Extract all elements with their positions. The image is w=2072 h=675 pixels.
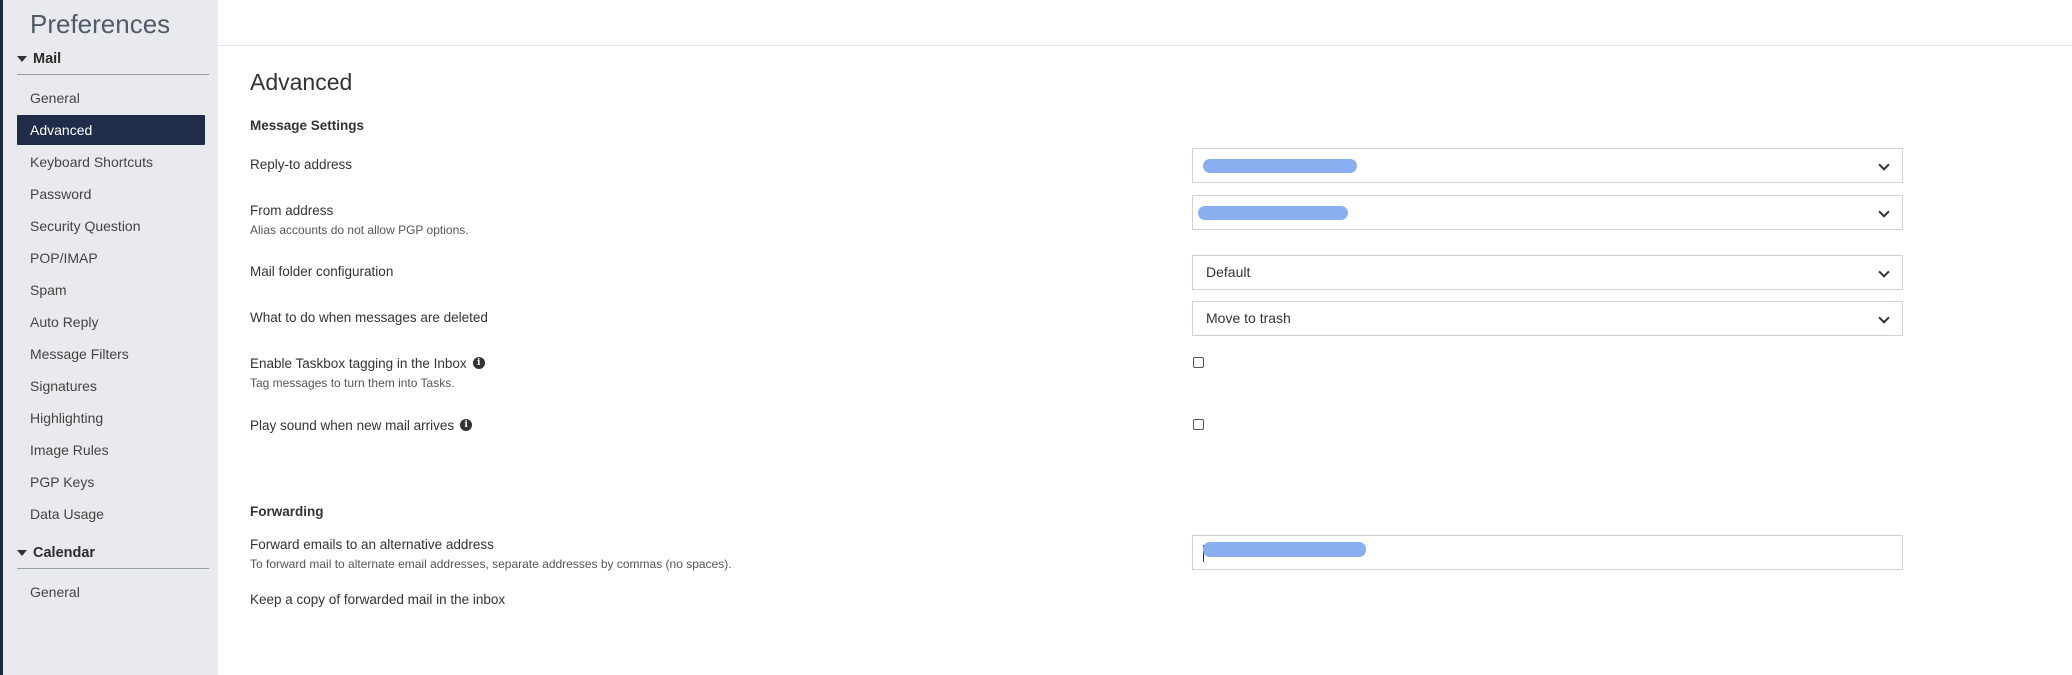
sidebar-item-auto-reply[interactable]: Auto Reply <box>17 307 205 337</box>
sidebar-item-calendar-general[interactable]: General <box>17 577 205 607</box>
folder-config-label: Mail folder configuration <box>250 264 394 279</box>
keep-copy-label: Keep a copy of forwarded mail in the inb… <box>250 592 506 607</box>
sidebar-item-general[interactable]: General <box>17 83 205 113</box>
taskbox-label: Enable Taskbox tagging in the Inbox i <box>250 356 485 371</box>
sidebar-item-message-filters[interactable]: Message Filters <box>17 339 205 369</box>
on-delete-label: What to do when messages are deleted <box>250 310 488 325</box>
reply-to-label: Reply-to address <box>250 157 353 172</box>
forward-to-label: Forward emails to an alternative address <box>250 537 494 552</box>
sidebar-section-mail[interactable]: Mail <box>17 47 209 75</box>
taskbox-label-text: Enable Taskbox tagging in the Inbox <box>250 356 467 371</box>
info-icon[interactable]: i <box>472 357 485 370</box>
sidebar-item-signatures[interactable]: Signatures <box>17 371 205 401</box>
sidebar-item-data-usage[interactable]: Data Usage <box>17 499 205 529</box>
sidebar: Preferences Mail General Advanced Keyboa… <box>0 0 218 675</box>
sidebar-item-advanced[interactable]: Advanced <box>17 115 205 145</box>
from-address-label: From address <box>250 203 334 218</box>
sidebar-item-password[interactable]: Password <box>17 179 205 209</box>
sidebar-item-pop-imap[interactable]: POP/IMAP <box>17 243 205 273</box>
redacted-value <box>1198 206 1348 220</box>
redacted-value <box>1203 542 1366 557</box>
from-address-select[interactable] <box>1192 195 1903 230</box>
sidebar-item-keyboard-shortcuts[interactable]: Keyboard Shortcuts <box>17 147 205 177</box>
sidebar-item-security-question[interactable]: Security Question <box>17 211 205 241</box>
page-title: Advanced <box>250 69 353 95</box>
caret-down-icon <box>17 56 27 62</box>
sidebar-section-label: Calendar <box>33 545 96 561</box>
forward-to-hint: To forward mail to alternate email addre… <box>250 557 732 571</box>
sidebar-item-pgp-keys[interactable]: PGP Keys <box>17 467 205 497</box>
top-bar <box>218 0 2072 46</box>
sidebar-section-label: Mail <box>33 51 62 67</box>
chevron-down-icon <box>1878 266 1890 278</box>
sound-label: Play sound when new mail arrives i <box>250 418 473 433</box>
on-delete-select[interactable]: Move to trash <box>1192 301 1903 336</box>
from-address-hint: Alias accounts do not allow PGP options. <box>250 223 469 237</box>
taskbox-hint: Tag messages to turn them into Tasks. <box>250 376 455 390</box>
forward-to-input[interactable] <box>1192 535 1903 570</box>
folder-config-value: Default <box>1206 264 1251 280</box>
section-title-forwarding: Forwarding <box>250 504 324 519</box>
caret-down-icon <box>17 550 27 556</box>
sidebar-item-highlighting[interactable]: Highlighting <box>17 403 205 433</box>
sidebar-item-spam[interactable]: Spam <box>17 275 205 305</box>
taskbox-checkbox[interactable] <box>1193 357 1204 368</box>
sidebar-item-image-rules[interactable]: Image Rules <box>17 435 205 465</box>
sound-label-text: Play sound when new mail arrives <box>250 418 455 433</box>
sound-checkbox[interactable] <box>1193 419 1204 430</box>
reply-to-select[interactable] <box>1192 148 1903 183</box>
chevron-down-icon <box>1878 312 1890 324</box>
sidebar-section-calendar[interactable]: Calendar <box>17 541 209 569</box>
on-delete-value: Move to trash <box>1206 310 1291 326</box>
sidebar-title: Preferences <box>30 9 171 39</box>
chevron-down-icon <box>1878 206 1890 218</box>
section-title-message-settings: Message Settings <box>250 118 365 133</box>
chevron-down-icon <box>1878 159 1890 171</box>
folder-config-select[interactable]: Default <box>1192 255 1903 290</box>
redacted-value <box>1203 159 1357 173</box>
info-icon[interactable]: i <box>460 419 473 432</box>
